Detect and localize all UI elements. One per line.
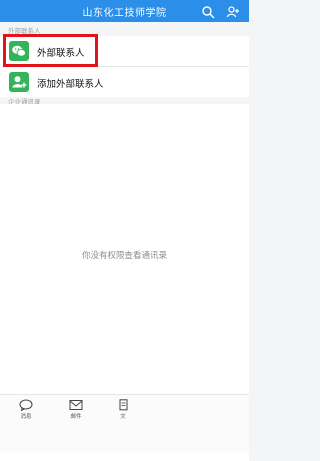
- mail-icon: [69, 400, 83, 410]
- system-nav-bar: [0, 452, 249, 461]
- tab-messages[interactable]: 消息: [14, 399, 38, 420]
- tab-mail-label: 邮件: [70, 414, 82, 420]
- document-icon: [119, 399, 128, 411]
- highlight-box: [3, 34, 98, 67]
- tab-messages-label: 消息: [20, 414, 32, 420]
- add-external-contact-item[interactable]: 添加外部联系人: [0, 67, 249, 97]
- tab-mail[interactable]: 邮件: [64, 399, 88, 420]
- add-person-icon: [9, 72, 29, 92]
- tab-docs[interactable]: 文: [111, 399, 135, 420]
- add-external-contact-label: 添加外部联系人: [37, 79, 104, 90]
- app-header: 山东化工技师学院: [0, 0, 249, 22]
- tab-docs-label: 文: [120, 414, 126, 420]
- message-icon: [19, 399, 33, 411]
- search-icon[interactable]: [201, 4, 215, 19]
- no-permission-message: 你没有权限查看通讯录: [81, 251, 167, 261]
- bottom-tab-bar: 消息 邮件 文: [0, 394, 249, 452]
- add-contact-icon[interactable]: [226, 4, 240, 18]
